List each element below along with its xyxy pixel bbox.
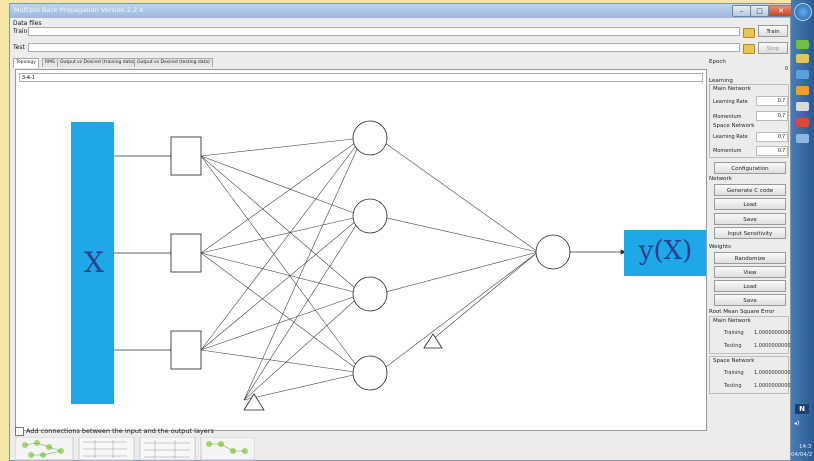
space-momentum-input[interactable] — [756, 146, 788, 156]
main-testing-label: Testing — [724, 343, 742, 349]
start-button-icon[interactable] — [794, 3, 812, 21]
app-icon[interactable] — [796, 134, 809, 143]
space-testing-value: 1.0000000000 — [754, 383, 791, 389]
space-training-label: Training — [724, 370, 744, 376]
tab-rms[interactable]: RMS — [42, 58, 58, 67]
data-files-label: Data files — [13, 20, 42, 27]
media-icon[interactable] — [796, 86, 809, 95]
app-icon[interactable] — [796, 102, 809, 111]
topology-panel: X y(X) — [15, 69, 707, 431]
network-label: Network — [709, 176, 732, 182]
space-learning-rate-input[interactable] — [756, 132, 788, 142]
thumbnail-simple[interactable] — [15, 437, 74, 461]
maximize-button[interactable]: □ — [750, 5, 769, 17]
main-training-label: Training — [724, 330, 744, 336]
main-training-value: 1.0000000000 — [754, 330, 791, 336]
output-neuron — [535, 234, 571, 270]
hidden-neuron — [352, 355, 388, 391]
network-load-button[interactable]: Load — [714, 198, 786, 210]
momentum-label: Momentum — [713, 114, 742, 120]
window-title: Multiple Back Propagation Version 2.2.4 — [14, 6, 144, 14]
weights-save-button[interactable]: Save — [714, 294, 786, 306]
hidden-neuron — [352, 120, 388, 156]
app-window: Multiple Back Propagation Version 2.2.4 … — [9, 3, 794, 461]
rms-label: Root Mean Square Error — [709, 309, 775, 315]
hidden-neuron — [352, 198, 388, 234]
app-icon[interactable] — [796, 40, 809, 49]
epoch-label: Epoch — [709, 59, 726, 65]
app-icon[interactable] — [796, 118, 809, 127]
tab-strip: Topology RMS Output vs Desired (training… — [13, 58, 703, 68]
tab-output-training[interactable]: Output vs Desired (training data) — [57, 58, 138, 67]
input-neuron — [170, 330, 202, 370]
input-neurons — [170, 136, 202, 370]
side-panel: Epoch 0 Learning Main Network Learning R… — [708, 58, 791, 460]
rms-main-group: Main Network Training 1.0000000000 Testi… — [709, 316, 791, 354]
weights-label: Weights — [709, 244, 732, 250]
add-connections-label: Add connections between the input and th… — [26, 427, 214, 435]
main-learning-rate-input[interactable] — [756, 96, 788, 106]
rms-space-network-label: Space Network — [713, 358, 755, 364]
thumbnail-layered[interactable] — [78, 437, 135, 461]
tab-output-testing[interactable]: Output vs Desired (testing data) — [134, 58, 213, 67]
test-folder-icon[interactable] — [743, 44, 755, 54]
stop-button[interactable]: Stop — [758, 42, 788, 54]
main-momentum-input[interactable] — [756, 111, 788, 121]
rms-main-network-label: Main Network — [713, 318, 751, 324]
learning-rate-label: Learning Rate — [713, 99, 748, 105]
input-x-label: X — [84, 246, 104, 279]
train-button[interactable]: Train — [758, 25, 788, 37]
rms-space-group: Space Network Training 1.0000000000 Test… — [709, 356, 791, 394]
thumbnail-space[interactable] — [200, 437, 255, 461]
output-yx-label: y(X) — [638, 236, 693, 266]
train-file-input[interactable] — [28, 27, 740, 36]
tab-topology[interactable]: Topology — [13, 58, 39, 68]
title-bar[interactable]: Multiple Back Propagation Version 2.2.4 … — [10, 4, 794, 18]
network-thumbnails — [15, 437, 255, 461]
browser-icon[interactable] — [796, 70, 809, 79]
main-testing-value: 1.0000000000 — [754, 343, 791, 349]
network-diagram — [71, 120, 706, 411]
thumbnail-mbp[interactable] — [139, 437, 196, 461]
generate-c-code-button[interactable]: Generate C code — [714, 184, 786, 196]
hidden-neuron — [352, 276, 388, 312]
learning-group: Main Network Learning Rate Momentum Spac… — [709, 84, 789, 158]
weights-load-button[interactable]: Load — [714, 280, 786, 292]
hidden-neurons — [352, 120, 571, 391]
train-folder-icon[interactable] — [743, 28, 755, 38]
network-tray-icon[interactable]: N — [795, 404, 809, 414]
train-label: Train — [13, 28, 28, 35]
network-save-button[interactable]: Save — [714, 213, 786, 225]
space-testing-label: Testing — [724, 383, 742, 389]
bias-nodes — [243, 333, 443, 411]
minimize-button[interactable]: – — [732, 5, 751, 17]
add-connections-checkbox[interactable] — [15, 427, 24, 436]
folder-icon[interactable] — [796, 54, 809, 63]
speaker-tray-icon[interactable]: ◂) — [794, 420, 799, 427]
space-network-label: Space Network — [713, 123, 755, 129]
input-neuron — [170, 136, 202, 176]
space-training-value: 1.0000000000 — [754, 370, 791, 376]
clock-time: 14:3 — [799, 444, 812, 450]
input-neuron — [170, 233, 202, 273]
taskbar: N ◂) 14:3 04/04/2 — [791, 0, 814, 461]
test-label: Test — [13, 44, 25, 51]
space-momentum-label: Momentum — [713, 148, 742, 154]
configuration-button[interactable]: Configuration — [714, 162, 786, 174]
input-sensitivity-button[interactable]: Input Sensitivity — [714, 227, 786, 239]
epoch-value: 0 — [784, 66, 788, 72]
test-file-input[interactable] — [28, 43, 740, 52]
clock-date: 04/04/2 — [791, 452, 813, 458]
main-network-label: Main Network — [713, 86, 751, 92]
space-learning-rate-label: Learning Rate — [713, 134, 748, 140]
randomize-button[interactable]: Randomize — [714, 252, 786, 264]
view-weights-button[interactable]: View — [714, 266, 786, 278]
